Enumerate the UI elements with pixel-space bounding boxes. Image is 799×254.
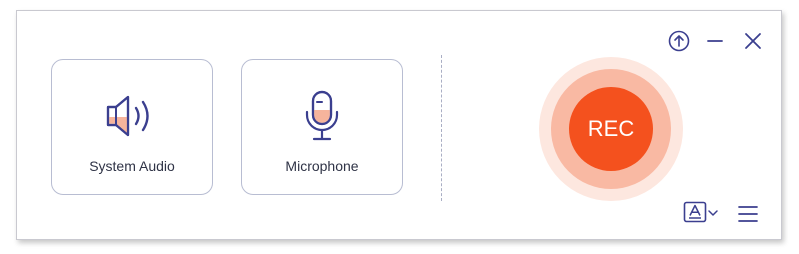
recorder-window: System Audio Microphone REC bbox=[16, 10, 782, 240]
screen: System Audio Microphone REC bbox=[0, 0, 799, 254]
microphone-label: Microphone bbox=[285, 158, 359, 174]
close-icon[interactable] bbox=[741, 29, 765, 53]
rec-halo: REC bbox=[539, 57, 683, 201]
minimize-icon[interactable] bbox=[703, 29, 727, 53]
system-audio-label: System Audio bbox=[89, 158, 175, 174]
rec-button[interactable]: REC bbox=[569, 87, 653, 171]
microphone-icon bbox=[242, 88, 402, 144]
system-audio-card[interactable]: System Audio bbox=[51, 59, 213, 195]
speaker-icon bbox=[52, 88, 212, 144]
divider bbox=[441, 55, 442, 201]
watermark-dropdown[interactable] bbox=[683, 201, 723, 227]
upload-circle-icon[interactable] bbox=[667, 29, 691, 53]
chevron-down-icon bbox=[707, 205, 719, 223]
hamburger-menu-icon[interactable] bbox=[737, 201, 761, 227]
microphone-card[interactable]: Microphone bbox=[241, 59, 403, 195]
text-format-icon bbox=[683, 201, 707, 228]
rec-ring: REC bbox=[551, 69, 671, 189]
